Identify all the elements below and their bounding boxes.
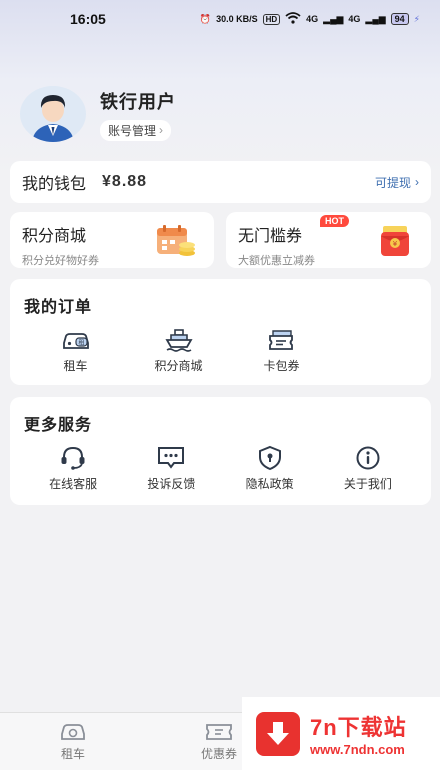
wallet-amount: ¥8.88 [102, 173, 148, 190]
points-mall-card[interactable]: 积分商城 积分兑好物好券 [10, 212, 214, 268]
service-item-label: 关于我们 [343, 477, 392, 491]
hot-badge: HOT [320, 215, 349, 227]
svg-text:¥: ¥ [393, 240, 398, 248]
coupon-tab-icon [206, 724, 232, 740]
account-management-label: 账号管理 [108, 123, 157, 138]
account-management-button[interactable]: 账号管理 › [100, 119, 172, 141]
signal-label-2: 4G [348, 14, 361, 24]
car-rent-icon: 租 [62, 333, 89, 349]
wallet-card[interactable]: 我的钱包 ¥8.88 可提现 › [10, 161, 431, 203]
charging-icon: ⚡ [413, 13, 420, 24]
orders-grid: 租 租车 积分商城 卡包券 [24, 327, 417, 374]
service-item-label: 投诉反馈 [147, 477, 196, 491]
my-orders-section: 我的订单 租 租车 积分商城 卡包券 [10, 279, 431, 385]
tab-car-rent[interactable]: 租车 [0, 713, 146, 770]
user-profile[interactable]: 铁行用户 账号管理 › [20, 86, 176, 142]
services-grid: 在线客服 投诉反馈 隐私政策 关于我们 [24, 445, 417, 492]
order-item-label: 积分商城 [154, 359, 203, 373]
chevron-right-icon: › [415, 175, 419, 189]
withdraw-label: 可提现 [374, 175, 411, 190]
signal-bars-icon: ▂▄▆ [323, 13, 344, 24]
status-bar: 16:05 ⏰ 30.0 KB/S HD 4G ▂▄▆ 4G ▂▄▆ 94 ⚡ [0, 0, 440, 38]
info-icon [356, 446, 380, 470]
car-tab-icon [61, 724, 85, 740]
watermark-title: 7n下载站 [310, 715, 407, 740]
watermark-url: www.7ndn.com [310, 742, 405, 757]
status-icons: ⏰ 30.0 KB/S HD 4G ▂▄▆ 4G ▂▄▆ 94 ⚡ [200, 12, 420, 26]
watermark-logo: 7n下载站 www.7ndn.com [242, 697, 440, 770]
alarm-icon: ⏰ [199, 13, 212, 24]
service-item-feedback[interactable]: 投诉反馈 [122, 445, 220, 492]
battery-level: 94 [390, 13, 409, 25]
coupon-card[interactable]: 无门槛券 大额优惠立减券 HOT ¥ [226, 212, 431, 268]
wallet-label: 我的钱包 [22, 176, 87, 193]
service-item-about-us[interactable]: 关于我们 [319, 445, 417, 492]
signal-label-1: 4G [306, 14, 319, 24]
avatar[interactable] [20, 86, 86, 142]
network-speed: 30.0 KB/S [216, 14, 258, 24]
wifi-icon [285, 12, 301, 26]
hd-indicator: HD [262, 13, 281, 25]
order-item-label: 卡包券 [263, 359, 300, 373]
ticket-icon [268, 330, 293, 350]
order-item-card-coupons[interactable]: 卡包券 [230, 327, 333, 374]
red-envelope-icon: ¥ [377, 224, 413, 263]
download-arrow-icon [256, 711, 300, 756]
service-item-label: 在线客服 [49, 477, 98, 491]
section-title: 我的订单 [24, 299, 93, 316]
headset-icon [61, 446, 85, 470]
service-item-privacy-policy[interactable]: 隐私政策 [221, 445, 319, 492]
more-services-section: 更多服务 在线客服 投诉反馈 隐私政策 关于我们 [10, 397, 431, 505]
tab-label: 租车 [60, 747, 85, 761]
order-item-label: 租车 [63, 359, 88, 373]
feedback-icon [158, 447, 185, 469]
signal-bars-icon: ▂▄▆ [365, 13, 386, 24]
order-item-points-mall[interactable]: 积分商城 [127, 327, 230, 374]
ship-icon [164, 329, 193, 352]
order-item-car-rent[interactable]: 租 租车 [24, 327, 127, 374]
chevron-right-icon: › [159, 123, 164, 137]
withdraw-link[interactable]: 可提现 › [375, 174, 419, 191]
section-title: 更多服务 [24, 417, 93, 434]
calendar-coins-icon [156, 224, 196, 263]
tab-label: 优惠券 [200, 747, 237, 761]
service-item-label: 隐私政策 [245, 477, 294, 491]
service-item-online-support[interactable]: 在线客服 [24, 445, 122, 492]
shield-lock-icon [258, 445, 281, 471]
username: 铁行用户 [100, 91, 176, 112]
status-time: 16:05 [70, 11, 106, 27]
svg-text:租: 租 [78, 339, 84, 347]
